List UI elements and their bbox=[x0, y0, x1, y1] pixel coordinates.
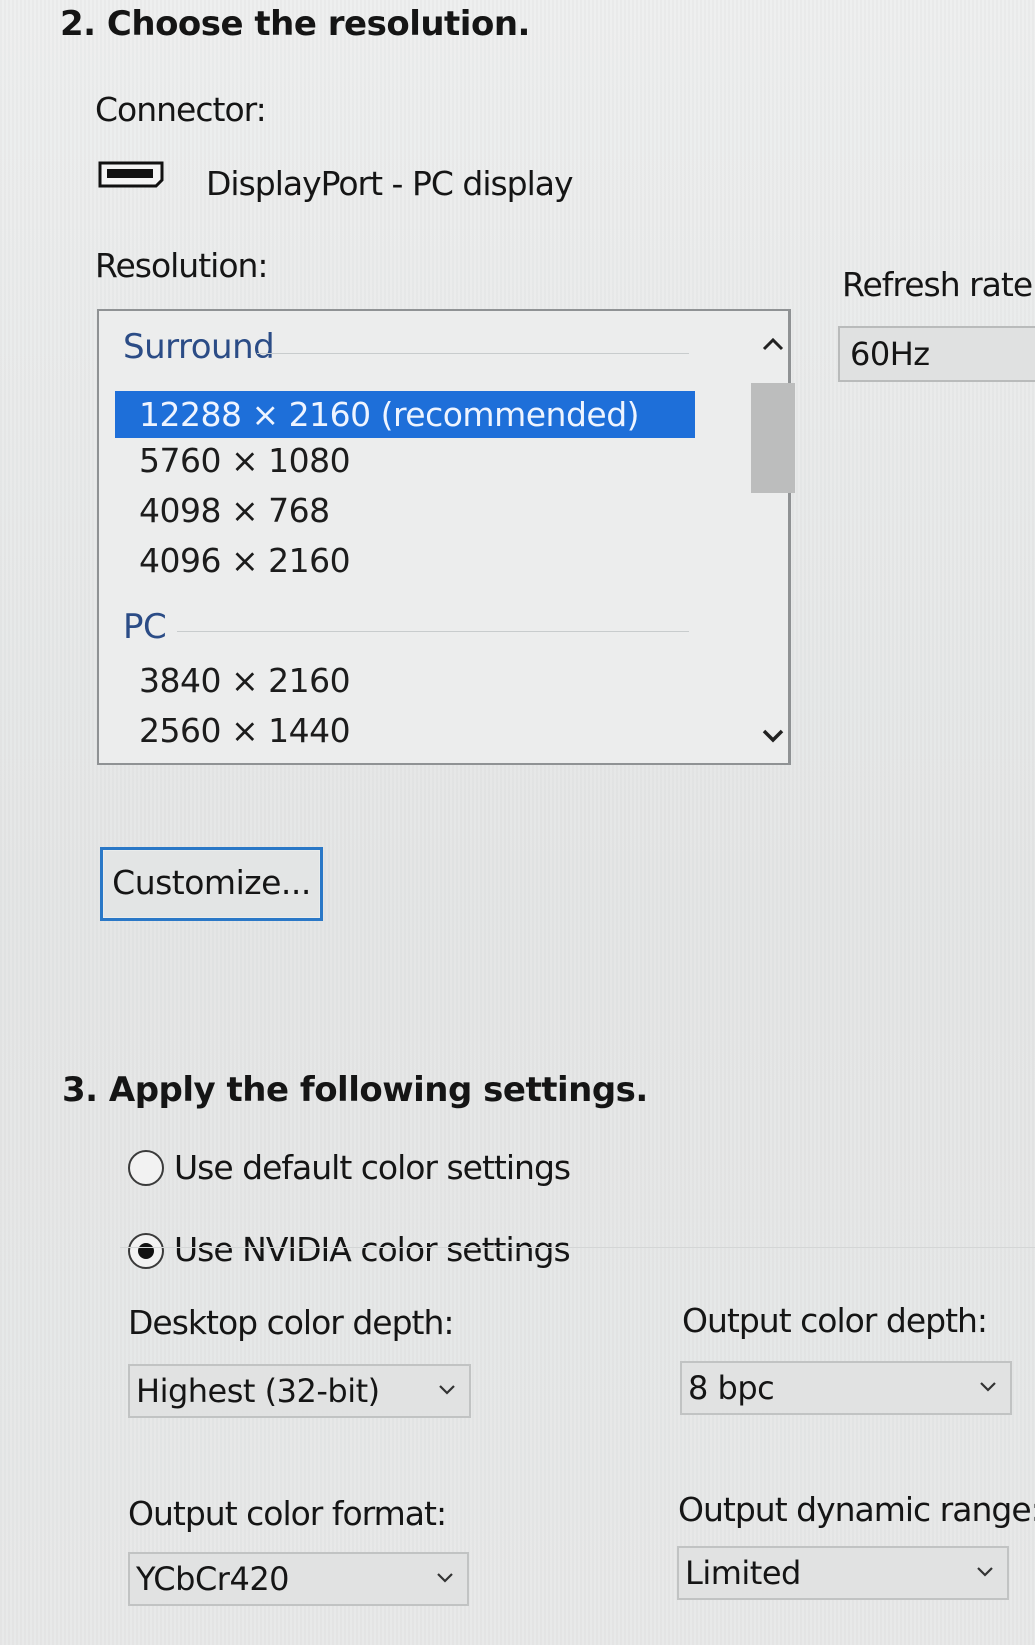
output-color-format-label: Output color format: bbox=[128, 1494, 447, 1533]
resolution-item[interactable]: 12288 × 2160 (recommended) bbox=[115, 391, 695, 438]
refresh-rate-list[interactable]: 60Hz bbox=[838, 326, 1035, 382]
output-color-depth-value: 8 bpc bbox=[688, 1369, 775, 1407]
section-title-resolution: 2. Choose the resolution. bbox=[60, 4, 530, 44]
resolution-item[interactable]: 2560 × 1440 bbox=[115, 707, 695, 754]
chevron-down-icon[interactable] bbox=[755, 721, 791, 751]
resolution-item[interactable]: 3840 × 2160 bbox=[115, 657, 695, 704]
radio-selected-dot bbox=[138, 1243, 154, 1259]
resolution-item[interactable]: 5760 × 1080 bbox=[115, 437, 695, 484]
chevron-down-icon bbox=[439, 1385, 455, 1395]
connector-value: DisplayPort - PC display bbox=[206, 164, 574, 203]
group-header-pc: PC bbox=[123, 607, 167, 647]
chevron-down-icon bbox=[977, 1567, 993, 1577]
nvidia-display-settings-page: 2. Choose the resolution. Connector: Dis… bbox=[0, 0, 1035, 1645]
settings-divider bbox=[120, 1247, 1035, 1248]
chevron-down-icon bbox=[980, 1382, 996, 1392]
output-dynamic-range-value: Limited bbox=[685, 1554, 801, 1592]
output-color-format-value: YCbCr420 bbox=[136, 1560, 290, 1598]
output-color-depth-dropdown[interactable]: 8 bpc bbox=[680, 1361, 1012, 1415]
group-divider bbox=[257, 353, 689, 354]
chevron-down-icon bbox=[437, 1573, 453, 1583]
resolution-item[interactable]: 4096 × 2160 bbox=[115, 537, 695, 584]
radio-default-color-label[interactable]: Use default color settings bbox=[174, 1148, 571, 1187]
desktop-color-depth-dropdown[interactable]: Highest (32-bit) bbox=[128, 1364, 471, 1418]
connector-label: Connector: bbox=[95, 90, 267, 129]
resolution-listbox[interactable]: Surround 12288 × 2160 (recommended) 5760… bbox=[97, 309, 795, 765]
scrollbar-thumb[interactable] bbox=[751, 383, 795, 493]
output-color-format-dropdown[interactable]: YCbCr420 bbox=[128, 1552, 469, 1606]
customize-button[interactable]: Customize... bbox=[100, 847, 323, 921]
refresh-rate-label: Refresh rate: bbox=[842, 265, 1035, 304]
output-color-depth-label: Output color depth: bbox=[682, 1301, 988, 1340]
radio-nvidia-color-label[interactable]: Use NVIDIA color settings bbox=[174, 1230, 571, 1269]
desktop-color-depth-value: Highest (32-bit) bbox=[136, 1372, 380, 1410]
radio-nvidia-color[interactable] bbox=[128, 1233, 164, 1269]
section-title-apply-settings: 3. Apply the following settings. bbox=[62, 1070, 648, 1110]
chevron-up-icon[interactable] bbox=[755, 329, 791, 359]
output-dynamic-range-label: Output dynamic range: bbox=[678, 1490, 1035, 1529]
desktop-color-depth-label: Desktop color depth: bbox=[128, 1303, 455, 1342]
radio-default-color[interactable] bbox=[128, 1150, 164, 1186]
group-divider bbox=[177, 631, 689, 632]
resolution-label: Resolution: bbox=[95, 246, 269, 285]
resolution-item[interactable]: 4098 × 768 bbox=[115, 487, 695, 534]
display-port-connector-icon bbox=[98, 161, 164, 188]
output-dynamic-range-dropdown[interactable]: Limited bbox=[677, 1546, 1009, 1600]
group-header-surround: Surround bbox=[123, 327, 275, 367]
